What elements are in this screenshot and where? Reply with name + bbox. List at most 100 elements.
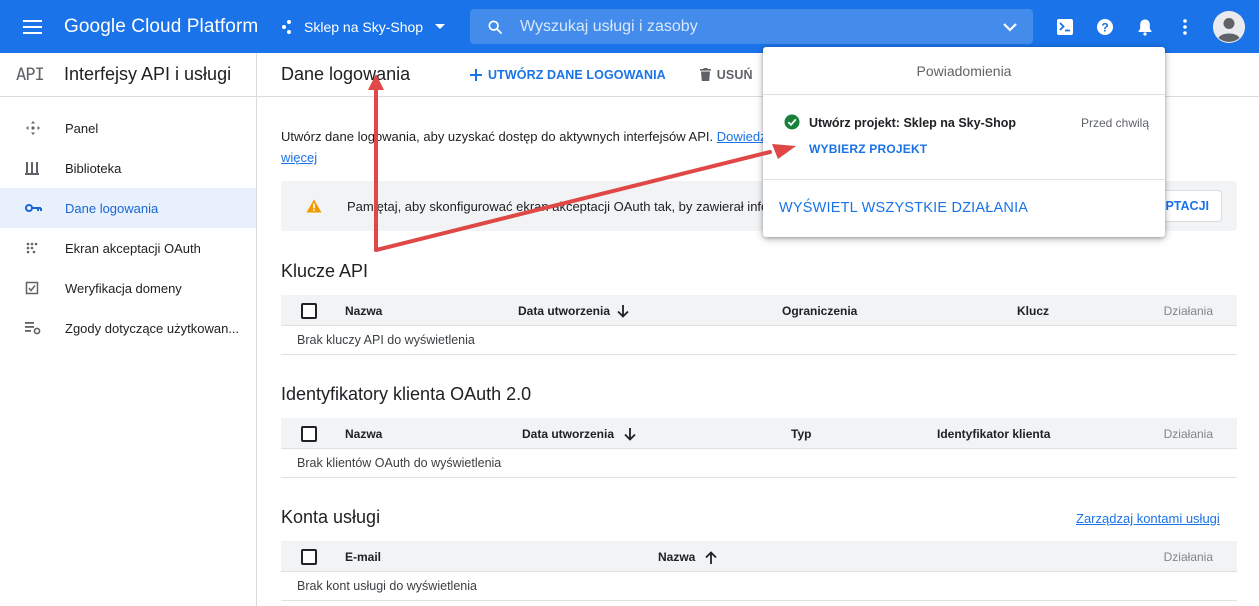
delete-button[interactable]: USUŃ <box>699 67 753 82</box>
top-actions: ? <box>1045 0 1245 53</box>
checkbox-icon <box>0 281 65 295</box>
select-all-checkbox[interactable] <box>301 426 317 442</box>
chevron-down-icon[interactable] <box>987 22 1033 32</box>
notifications-button[interactable] <box>1125 7 1165 47</box>
hamburger-icon <box>22 19 42 34</box>
empty-row: Brak kluczy API do wyświetlenia <box>281 326 1237 355</box>
table-header: E-mail Nazwa Działania <box>281 541 1237 572</box>
sidebar-title: Interfejsy API i usługi <box>64 64 232 84</box>
column-header-actions: Działania <box>1163 550 1213 564</box>
notification-title: Utwórz projekt: Sklep na Sky-Shop <box>809 116 1016 130</box>
service-accounts-title: Konta usługi <box>281 507 381 527</box>
project-selector[interactable]: Sklep na Sky-Shop <box>278 9 453 45</box>
create-credentials-label: UTWÓRZ DANE LOGOWANIA <box>488 67 666 82</box>
oauth-clients-table: Nazwa Data utworzenia Typ Identyfikator … <box>281 418 1237 478</box>
sidebar-item-label: Biblioteka <box>65 160 122 176</box>
select-all-checkbox[interactable] <box>301 549 317 565</box>
column-header-created[interactable]: Data utworzenia <box>518 304 629 318</box>
table-header: Nazwa Data utworzenia Typ Identyfikator … <box>281 418 1237 449</box>
oauth-icon <box>0 241 65 255</box>
service-accounts-table: E-mail Nazwa Działania Brak kont usługi … <box>281 541 1237 601</box>
cloud-shell-button[interactable] <box>1045 7 1085 47</box>
column-header-name[interactable]: Nazwa <box>658 550 717 564</box>
create-credentials-button[interactable]: UTWÓRZ DANE LOGOWANIA <box>470 68 666 82</box>
api-keys-table: Nazwa Data utworzenia Ograniczenia Klucz… <box>281 295 1237 355</box>
learn-more-link-continued[interactable]: więcej <box>281 150 317 165</box>
sidebar-item-oauth-consent[interactable]: Ekran akceptacji OAuth <box>0 228 256 268</box>
column-header-label: Nazwa <box>658 550 696 564</box>
help-icon: ? <box>1097 18 1113 35</box>
person-icon <box>1213 10 1245 43</box>
api-badge: API <box>16 64 45 85</box>
sidebar-item-label: Dane logowania <box>65 200 159 216</box>
empty-row: Brak klientów OAuth do wyświetlenia <box>281 449 1237 478</box>
column-header-actions: Działania <box>1163 427 1213 441</box>
main-menu-button[interactable] <box>0 0 64 53</box>
notification-time: Przed chwilą <box>1080 116 1149 130</box>
sidebar-item-library[interactable]: Biblioteka <box>0 148 256 188</box>
manage-service-accounts-link[interactable]: Zarządzaj kontami usługi <box>1076 511 1220 526</box>
intro-description: Utwórz dane logowania, aby uzyskać dostę… <box>281 129 714 144</box>
column-header-email[interactable]: E-mail <box>345 550 381 564</box>
plus-icon <box>470 68 482 81</box>
sidebar-item-panel[interactable]: Panel <box>0 108 256 148</box>
caret-down-icon <box>435 24 446 29</box>
intro-text: Utwórz dane logowania, aby uzyskać dostę… <box>281 126 821 168</box>
check-circle-icon <box>784 114 800 135</box>
column-header-actions: Działania <box>1163 304 1213 318</box>
column-header-restrictions[interactable]: Ograniczenia <box>782 304 857 318</box>
notification-item: Utwórz projekt: Sklep na Sky-Shop Przed … <box>763 95 1165 180</box>
top-app-bar: Google Cloud Platform Sklep na Sky-Shop … <box>0 0 1259 53</box>
more-vert-icon <box>1183 18 1187 35</box>
svg-text:?: ? <box>1101 20 1108 34</box>
column-header-label: Data utworzenia <box>522 427 615 441</box>
sidebar-header: API Interfejsy API i usługi <box>0 53 256 97</box>
column-header-created[interactable]: Data utworzenia <box>522 427 636 441</box>
sidebar-item-label: Weryfikacja domeny <box>65 280 182 296</box>
notifications-title: Powiadomienia <box>763 47 1165 95</box>
sidebar-item-label: Panel <box>65 120 99 136</box>
page-title: Dane logowania <box>281 64 411 84</box>
sidebar: API Interfejsy API i usługi Panel Biblio… <box>0 53 257 606</box>
learn-more-link[interactable]: Dowiedz <box>717 129 767 144</box>
sidebar-nav: Panel Biblioteka Dane logowania Ekran ak… <box>0 97 256 348</box>
arrow-up-icon <box>705 550 717 564</box>
search-box[interactable] <box>470 9 1033 44</box>
bell-icon <box>1138 19 1152 36</box>
search-icon <box>470 19 520 35</box>
settings-list-icon <box>0 321 65 335</box>
notifications-panel: Powiadomienia Utwórz projekt: Sklep na S… <box>763 47 1165 237</box>
key-icon <box>0 203 65 213</box>
oauth-clients-title: Identyfikatory klienta OAuth 2.0 <box>281 384 532 404</box>
table-header: Nazwa Data utworzenia Ograniczenia Klucz… <box>281 295 1237 326</box>
column-header-key[interactable]: Klucz <box>1017 304 1049 318</box>
project-dots-icon <box>282 19 296 34</box>
column-header-name[interactable]: Nazwa <box>345 304 382 318</box>
view-all-activities-button[interactable]: WYŚWIETL WSZYSTKIE DZIAŁANIA <box>763 180 1165 236</box>
trash-icon <box>699 68 711 81</box>
warning-icon <box>281 199 347 213</box>
library-icon <box>0 161 65 175</box>
arrow-down-icon <box>624 427 636 441</box>
warning-text: Pamiętaj, aby skonfigurować ekran akcept… <box>347 198 769 214</box>
select-all-checkbox[interactable] <box>301 303 317 319</box>
gcp-logo[interactable]: Google Cloud Platform <box>64 16 278 38</box>
help-button[interactable]: ? <box>1085 7 1125 47</box>
empty-row: Brak kont usługi do wyświetlenia <box>281 572 1237 601</box>
delete-label: USUŃ <box>716 67 753 82</box>
account-avatar[interactable] <box>1213 10 1245 43</box>
sidebar-item-credentials[interactable]: Dane logowania <box>0 188 256 228</box>
column-header-type[interactable]: Typ <box>791 427 811 441</box>
sidebar-item-label: Zgody dotyczące użytkowan... <box>65 320 240 336</box>
sidebar-item-domain-verification[interactable]: Weryfikacja domeny <box>0 268 256 308</box>
dashboard-icon <box>0 120 65 136</box>
api-keys-title: Klucze API <box>281 261 369 281</box>
search-input[interactable] <box>520 17 987 36</box>
column-header-client-id[interactable]: Identyfikator klienta <box>937 427 1050 441</box>
column-header-name[interactable]: Nazwa <box>345 427 382 441</box>
sidebar-item-user-consent[interactable]: Zgody dotyczące użytkowan... <box>0 308 256 348</box>
column-header-label: Data utworzenia <box>518 304 611 318</box>
select-project-button[interactable]: WYBIERZ PROJEKT <box>809 142 927 156</box>
more-options-button[interactable] <box>1165 7 1205 47</box>
sidebar-item-label: Ekran akceptacji OAuth <box>65 240 201 256</box>
